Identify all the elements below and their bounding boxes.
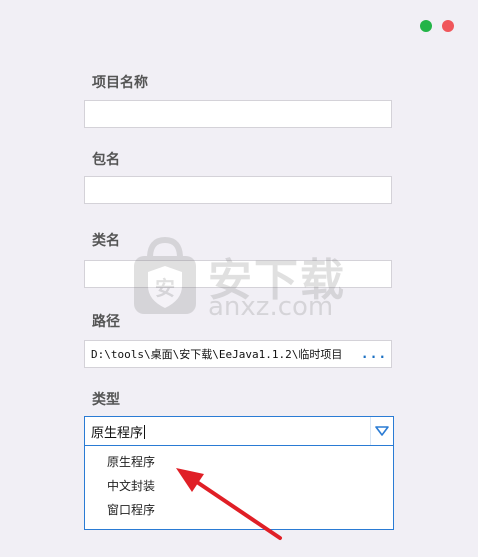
chevron-down-icon — [375, 426, 389, 436]
watermark-url: anxz.com — [208, 292, 334, 322]
path-input[interactable]: D:\tools\桌面\安下载\EeJava1.1.2\临时项目 ... — [84, 340, 392, 368]
dropdown-toggle[interactable] — [370, 417, 393, 445]
type-label: 类型 — [92, 392, 120, 408]
path-label: 路径 — [92, 314, 120, 330]
class-name-input[interactable] — [84, 260, 392, 288]
maximize-button[interactable] — [420, 20, 432, 32]
path-value: D:\tools\桌面\安下载\EeJava1.1.2\临时项目 — [91, 348, 343, 361]
close-button[interactable] — [442, 20, 454, 32]
type-select[interactable]: 原生程序 — [84, 416, 394, 446]
type-selected-value: 原生程序 — [85, 422, 370, 441]
project-name-input[interactable] — [84, 100, 392, 128]
package-name-label: 包名 — [92, 152, 120, 168]
project-name-label: 项目名称 — [92, 75, 148, 91]
class-name-label: 类名 — [92, 233, 120, 249]
package-name-input[interactable] — [84, 176, 392, 204]
annotation-arrow-icon — [176, 468, 282, 540]
browse-button[interactable]: ... — [357, 347, 391, 362]
